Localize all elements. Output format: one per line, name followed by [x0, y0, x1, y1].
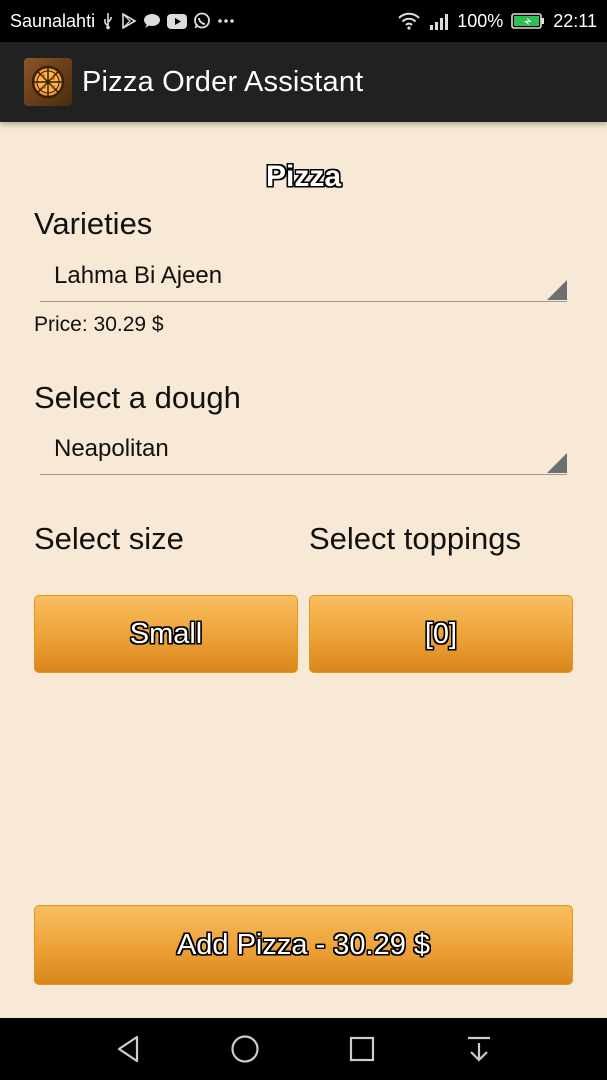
app-title: Pizza Order Assistant — [82, 65, 364, 98]
whatsapp-icon — [193, 12, 211, 30]
dropdown-arrow-icon — [547, 280, 567, 300]
size-label: Select size — [34, 521, 184, 556]
more-dots-icon — [217, 18, 235, 24]
dough-spinner[interactable]: Neapolitan — [40, 425, 567, 475]
youtube-icon — [167, 13, 188, 29]
battery-percent: 100% — [457, 10, 504, 31]
price-text: Price: 30.29 $ — [34, 313, 164, 336]
wifi-icon — [397, 12, 421, 30]
navigation-bar — [0, 1018, 607, 1080]
toppings-label: Select toppings — [309, 521, 521, 556]
home-icon[interactable] — [225, 1029, 265, 1069]
notifications-pulldown-icon[interactable] — [459, 1029, 499, 1069]
pizza-logo-icon — [24, 58, 72, 106]
usb-icon — [101, 12, 115, 30]
clock: 22:11 — [553, 10, 597, 31]
chat-icon — [143, 13, 161, 29]
recents-icon[interactable] — [342, 1029, 382, 1069]
app-bar: Pizza Order Assistant — [0, 42, 607, 122]
status-right: 100% 22:11 — [397, 11, 597, 32]
play-store-icon — [121, 13, 137, 29]
dough-label: Select a dough — [34, 380, 241, 415]
carrier-name: Saunalahti — [10, 10, 96, 31]
dropdown-arrow-icon — [547, 453, 567, 473]
back-icon[interactable] — [108, 1029, 148, 1069]
signal-icon — [429, 12, 449, 30]
dough-selected-value: Neapolitan — [54, 435, 169, 462]
add-pizza-button[interactable]: Add Pizza - 30.29 $ — [34, 905, 573, 985]
section-heading: Pizza — [265, 160, 342, 193]
varieties-selected-value: Lahma Bi Ajeen — [54, 262, 223, 289]
size-button[interactable]: Small — [34, 595, 298, 673]
status-left: Saunalahti — [10, 11, 397, 32]
varieties-spinner[interactable]: Lahma Bi Ajeen — [40, 252, 567, 302]
add-pizza-button-label: Add Pizza - 30.29 $ — [176, 928, 431, 961]
toppings-button[interactable]: [0] — [309, 595, 573, 673]
varieties-label: Varieties — [34, 206, 153, 241]
battery-charging-icon — [511, 12, 545, 30]
status-bar: Saunalahti 100% 22:11 — [0, 0, 607, 42]
toppings-button-label: [0] — [424, 617, 458, 650]
size-button-label: Small — [129, 617, 203, 650]
